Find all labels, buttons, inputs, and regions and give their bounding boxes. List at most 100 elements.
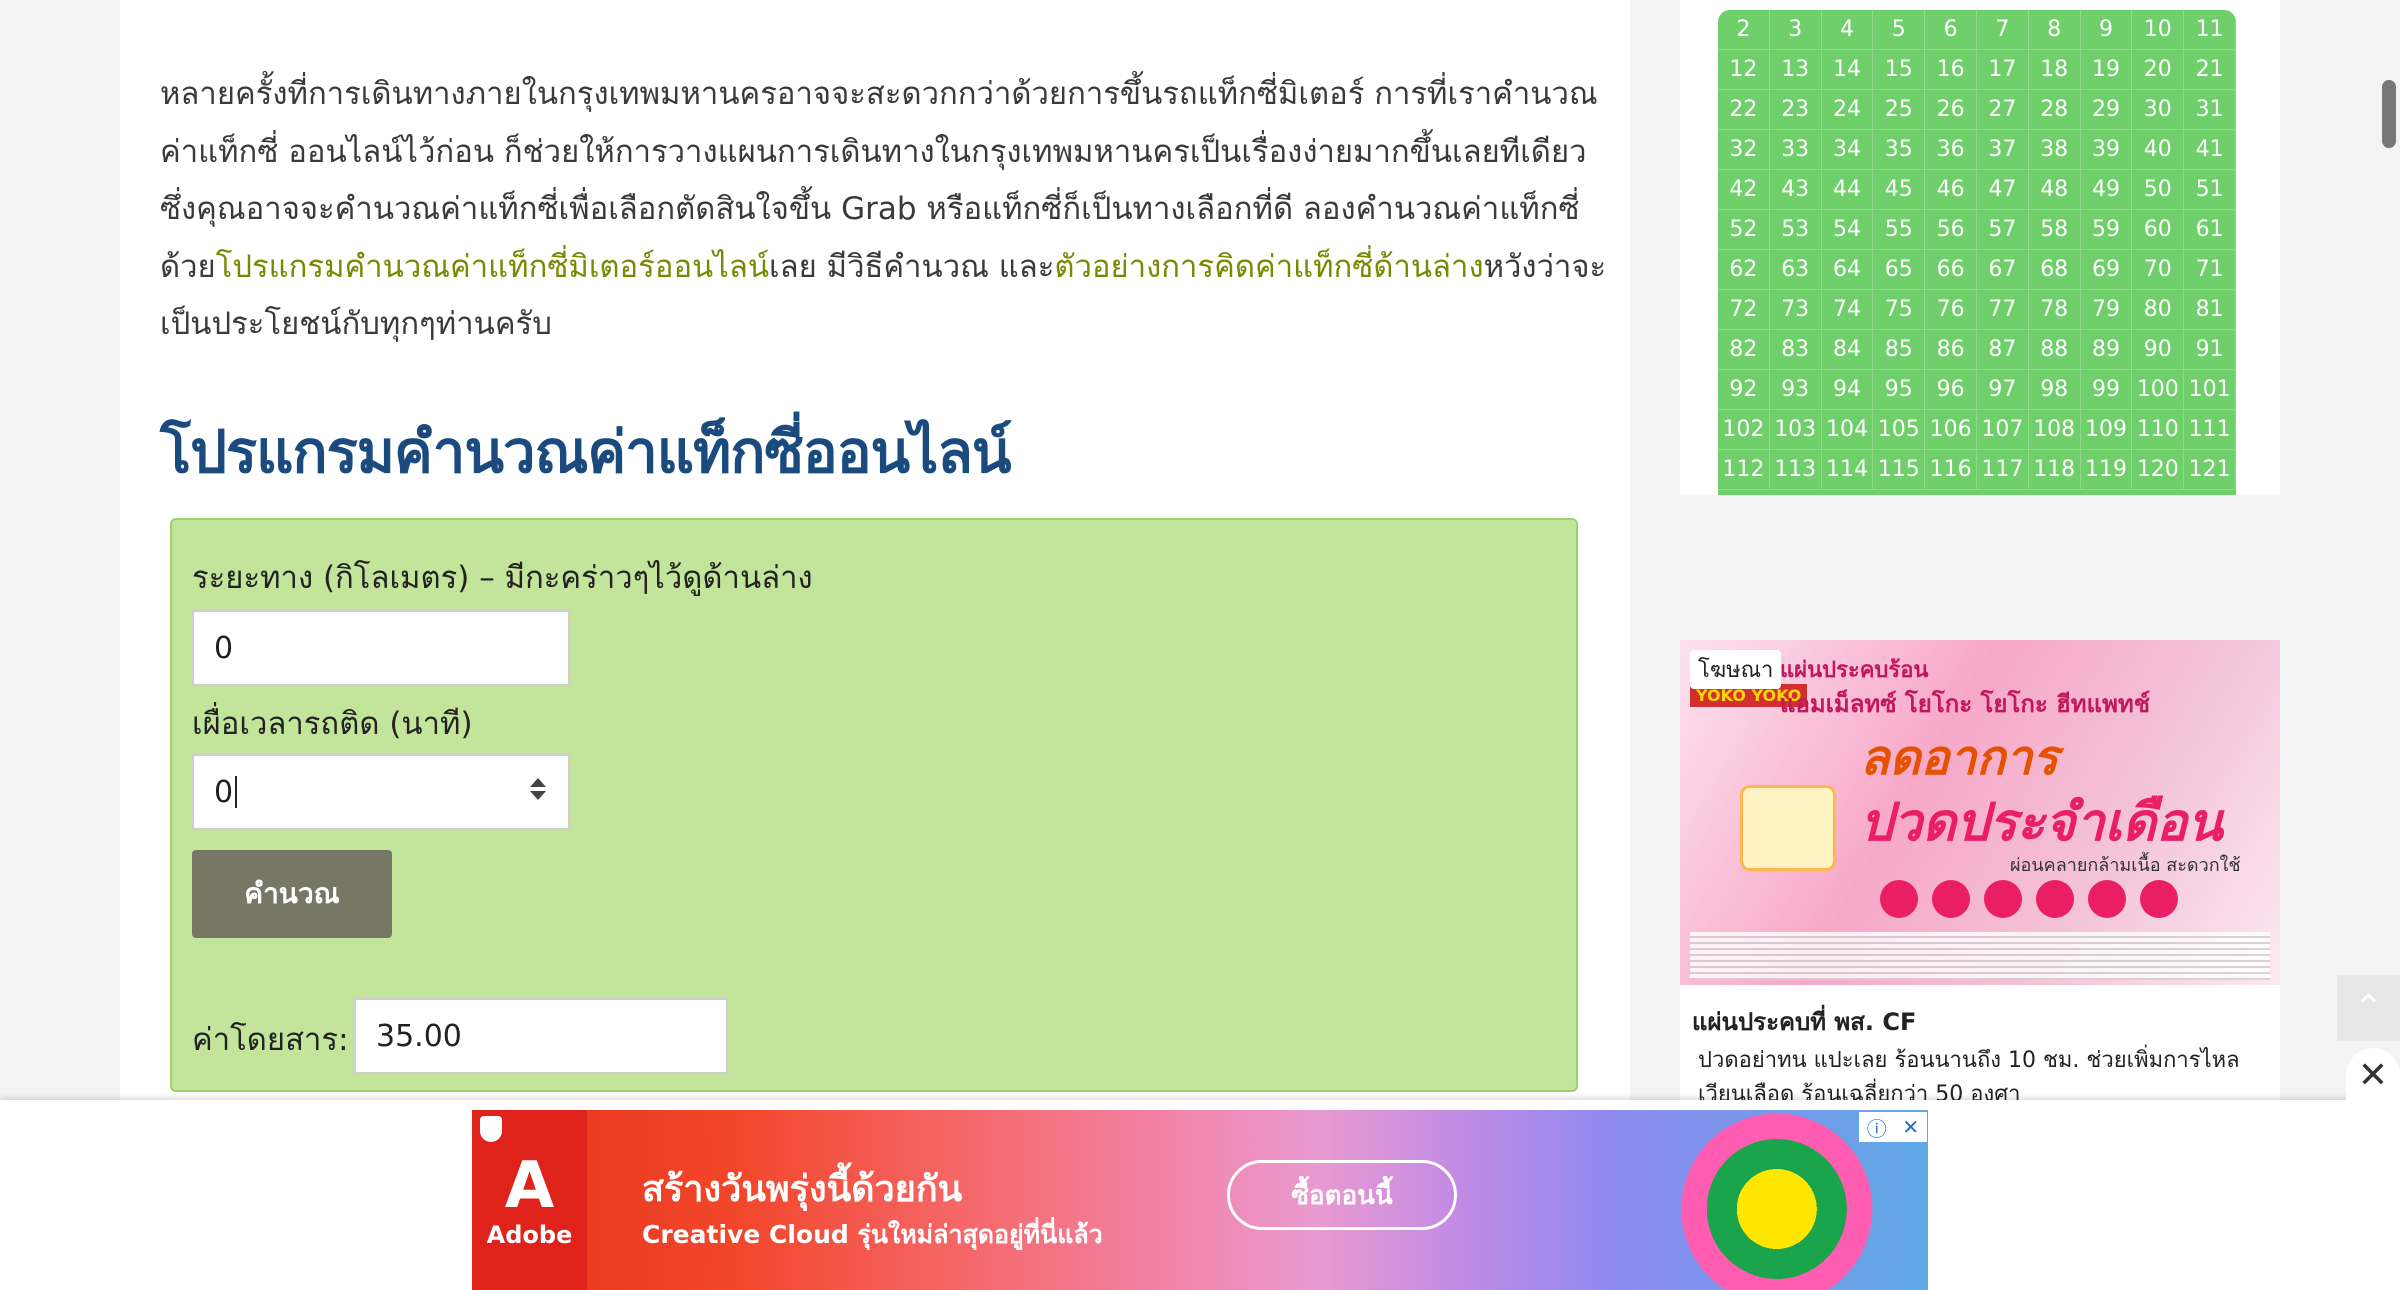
fare-label: ค่าโดยสาร: bbox=[192, 1022, 349, 1058]
grid-cell: 23 bbox=[1769, 90, 1822, 130]
grid-cell: 7 bbox=[1976, 10, 2029, 50]
example-link[interactable]: ตัวอย่างการคิดค่าแท็กซี่ด้านล่าง bbox=[1054, 249, 1483, 285]
distance-input[interactable]: 0 bbox=[192, 610, 570, 686]
ad-title[interactable]: แผ่นประคบที่ พส. CF bbox=[1692, 1002, 1916, 1041]
grid-cell: 113 bbox=[1769, 450, 1822, 490]
feature-icon bbox=[2140, 880, 2178, 918]
grid-cell: 83 bbox=[1769, 330, 1822, 370]
grid-cell: 64 bbox=[1821, 250, 1874, 290]
scrollbar-thumb[interactable] bbox=[2382, 80, 2396, 148]
fare-calculator: ระยะทาง (กิโลเมตร) – มีกะคร่าวๆไว้ดูด้าน… bbox=[170, 518, 1578, 1092]
grid-cell: 2 bbox=[1718, 10, 1770, 50]
page-title: โปรแกรมคำนวณค่าแท็กซี่ออนไลน์ bbox=[160, 418, 1012, 486]
sidebar-ad[interactable]: แผ่นประคบร้อน YOKO YOKO แอมเม็ลทซ์ โยโกะ… bbox=[1680, 640, 2280, 1107]
grid-cell: 101 bbox=[2184, 370, 2236, 410]
grid-cell: 116 bbox=[1925, 450, 1977, 490]
buy-now-button[interactable]: ซื้อตอนนี้ bbox=[1227, 1160, 1457, 1230]
grid-cell: 16 bbox=[1925, 50, 1977, 90]
grid-cell: 31 bbox=[2184, 90, 2236, 130]
grid-cell: 106 bbox=[1925, 410, 1977, 450]
grid-cell: 14 bbox=[1821, 50, 1874, 90]
fare-output: 35.00 bbox=[354, 998, 728, 1074]
grid-cell: 9 bbox=[2080, 10, 2133, 50]
traffic-input[interactable]: 0 bbox=[192, 754, 570, 830]
grid-cell: 26 bbox=[1925, 90, 1977, 130]
text-cursor bbox=[235, 776, 238, 808]
grid-cell: 94 bbox=[1821, 370, 1874, 410]
grid-cell: 54 bbox=[1821, 210, 1874, 250]
grid-cell: 21 bbox=[2184, 50, 2236, 90]
info-icon[interactable]: ⓘ bbox=[1867, 1113, 1887, 1142]
article-card: หลายครั้งที่การเดินทางภายในกรุงเทพมหานคร… bbox=[120, 0, 1630, 1110]
grid-cell: 46 bbox=[1925, 170, 1977, 210]
grid-cell: 70 bbox=[2132, 250, 2185, 290]
ad-line2: แอมเม็ลทซ์ โยโกะ โยโกะ ฮีทแพทช์ bbox=[1780, 690, 2151, 718]
grid-cell: 5 bbox=[1873, 10, 1926, 50]
grid-cell: 81 bbox=[2184, 290, 2236, 330]
grid-cell: 77 bbox=[1976, 290, 2029, 330]
traffic-value: 0 bbox=[214, 774, 234, 810]
grid-cell: 19 bbox=[2080, 50, 2133, 90]
ad-image[interactable]: แผ่นประคบร้อน YOKO YOKO แอมเม็ลทซ์ โยโกะ… bbox=[1680, 640, 2280, 985]
feature-icon bbox=[2036, 880, 2074, 918]
grid-cell: 121 bbox=[2184, 450, 2236, 490]
feature-icon bbox=[1932, 880, 1970, 918]
grid-cell: 47 bbox=[1976, 170, 2029, 210]
grid-cell: 56 bbox=[1925, 210, 1977, 250]
grid-cell: 75 bbox=[1873, 290, 1926, 330]
grid-cell: 18 bbox=[2028, 50, 2081, 90]
feature-icon bbox=[1880, 880, 1918, 918]
grid-cell: 35 bbox=[1873, 130, 1926, 170]
feature-icon bbox=[2088, 880, 2126, 918]
grid-cell: 3 bbox=[1769, 10, 1822, 50]
grid-cell: 12 bbox=[1718, 50, 1770, 90]
grid-cell: 103 bbox=[1769, 410, 1822, 450]
grid-cell: 50 bbox=[2132, 170, 2185, 210]
grid-cell: 90 bbox=[2132, 330, 2185, 370]
grid-cell: 102 bbox=[1718, 410, 1770, 450]
grid-cell: 114 bbox=[1821, 450, 1874, 490]
grid-cell: 55 bbox=[1873, 210, 1926, 250]
grid-cell: 58 bbox=[2028, 210, 2081, 250]
grid-cell: 86 bbox=[1925, 330, 1977, 370]
grid-cell: 44 bbox=[1821, 170, 1874, 210]
grid-cell: 99 bbox=[2080, 370, 2133, 410]
grid-cell: 112 bbox=[1718, 450, 1770, 490]
grid-cell: 67 bbox=[1976, 250, 2029, 290]
calculator-link[interactable]: โปรแกรมคำนวณค่าแท็กซี่มิเตอร์ออนไลน์ bbox=[216, 249, 769, 285]
ad-close-icon[interactable]: ✕ bbox=[1902, 1115, 1919, 1139]
grid-cell: 20 bbox=[2132, 50, 2185, 90]
grid-cell: 98 bbox=[2028, 370, 2081, 410]
grid-cell: 57 bbox=[1976, 210, 2029, 250]
ad-choices[interactable]: ⓘ ✕ bbox=[1859, 1112, 1927, 1142]
scroll-to-top-button[interactable]: ⌃ bbox=[2337, 975, 2400, 1041]
chevron-up-icon: ⌃ bbox=[2353, 987, 2384, 1029]
grid-cell: 36 bbox=[1925, 130, 1977, 170]
ad-subline: ผ่อนคลายกล้ามเนื้อ สะดวกใช้ bbox=[2010, 855, 2241, 876]
adobe-ad-banner[interactable]: A Adobe สร้างวันพรุ่งนี้ด้วยกัน Creative… bbox=[472, 1110, 1928, 1290]
grid-cell: 68 bbox=[2028, 250, 2081, 290]
grid-cell: 79 bbox=[2080, 290, 2133, 330]
grid-cell: 42 bbox=[1718, 170, 1770, 210]
intro-paragraph: หลายครั้งที่การเดินทางภายในกรุงเทพมหานคร… bbox=[160, 66, 1630, 354]
grid-cell: 87 bbox=[1976, 330, 2029, 370]
adobe-a-icon: A bbox=[504, 1149, 555, 1223]
grid-cell: 45 bbox=[1873, 170, 1926, 210]
number-spinner[interactable] bbox=[528, 774, 548, 812]
grid-cell: 37 bbox=[1976, 130, 2029, 170]
grid-cell: 93 bbox=[1769, 370, 1822, 410]
ad-subline: Creative Cloud รุ่นใหม่ล่าสุดอยู่ที่นี่แ… bbox=[642, 1220, 1103, 1249]
grid-cell: 97 bbox=[1976, 370, 2029, 410]
spinner-up-icon[interactable] bbox=[530, 778, 546, 787]
grid-cell: 88 bbox=[2028, 330, 2081, 370]
grid-cell: 40 bbox=[2132, 130, 2185, 170]
traffic-label: เผื่อเวลารถติด (นาที) bbox=[192, 706, 473, 742]
grid-cell: 96 bbox=[1925, 370, 1977, 410]
calculate-button[interactable]: คำนวณ bbox=[192, 850, 392, 938]
grid-cell: 65 bbox=[1873, 250, 1926, 290]
close-icon[interactable]: ✕ bbox=[2346, 1048, 2400, 1102]
grid-cell: 34 bbox=[1821, 130, 1874, 170]
grid-cell: 27 bbox=[1976, 90, 2029, 130]
spinner-down-icon[interactable] bbox=[530, 791, 546, 800]
grid-cell: 33 bbox=[1769, 130, 1822, 170]
